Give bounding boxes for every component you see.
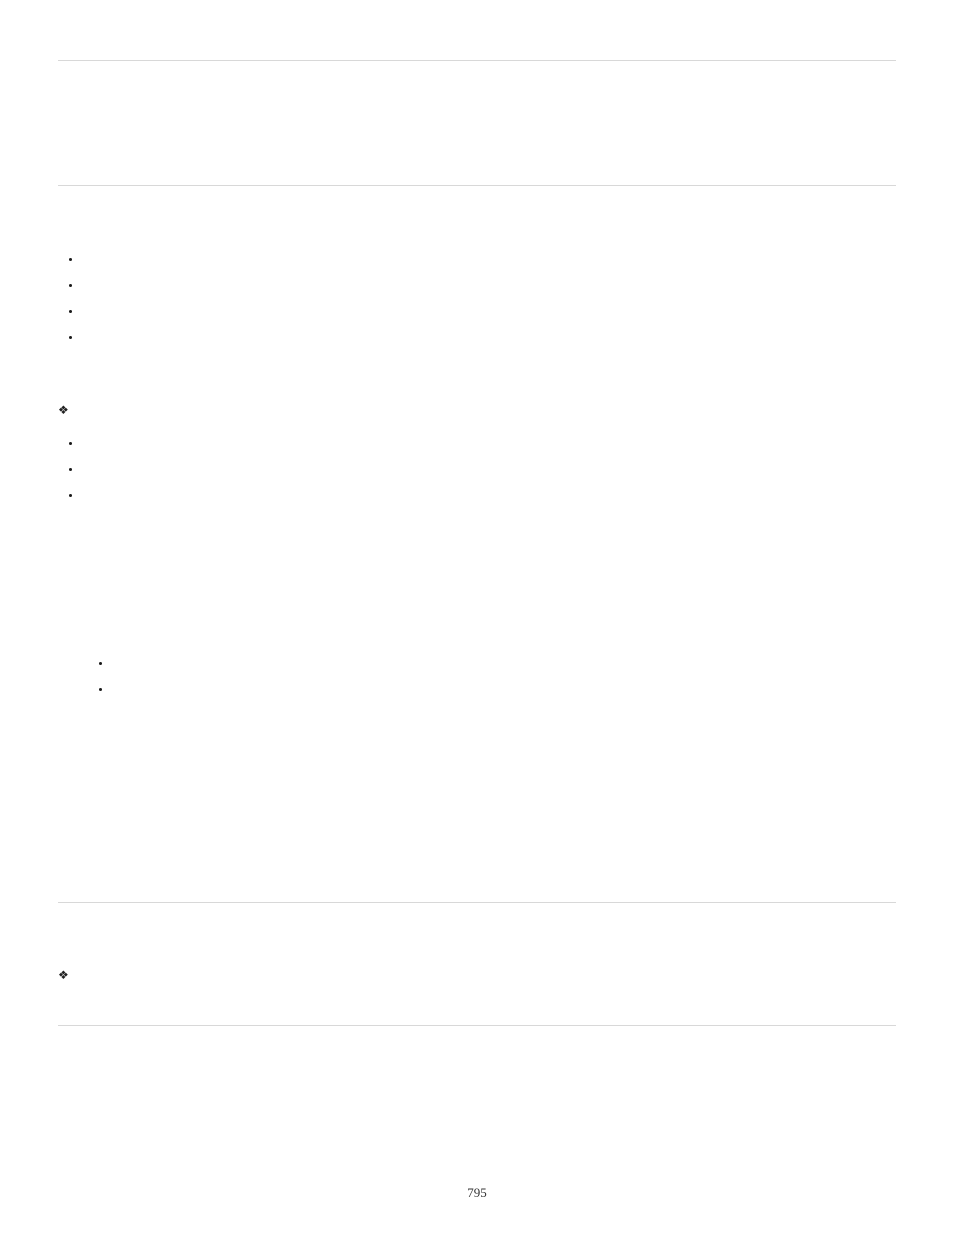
document-page: ❖ ❖ 795 <box>0 0 954 1235</box>
spacer <box>58 510 896 650</box>
spacer <box>58 200 896 248</box>
diamond-list-item: ❖ <box>58 965 896 993</box>
bullet-list <box>58 248 896 351</box>
divider <box>58 1025 896 1026</box>
section-block: ❖ <box>58 186 896 902</box>
list-item <box>64 248 896 273</box>
page-content: ❖ ❖ <box>58 60 896 1026</box>
bullet-list <box>58 432 896 509</box>
spacer <box>58 352 896 400</box>
sub-bullet-list <box>58 652 896 703</box>
section-block <box>58 61 896 185</box>
list-item <box>64 484 896 509</box>
list-item <box>64 300 896 325</box>
spacer <box>58 75 896 167</box>
list-item <box>94 678 896 703</box>
list-item <box>94 652 896 677</box>
spacer <box>58 917 896 965</box>
spacer <box>58 704 896 884</box>
list-item <box>64 274 896 299</box>
section-block: ❖ <box>58 903 896 1025</box>
diamond-list-item: ❖ <box>58 400 896 428</box>
list-item <box>64 326 896 351</box>
diamond-icon: ❖ <box>58 969 69 981</box>
list-item <box>64 432 896 457</box>
diamond-icon: ❖ <box>58 404 69 416</box>
spacer <box>58 997 896 1007</box>
list-item <box>64 458 896 483</box>
page-number: 795 <box>0 1185 954 1201</box>
